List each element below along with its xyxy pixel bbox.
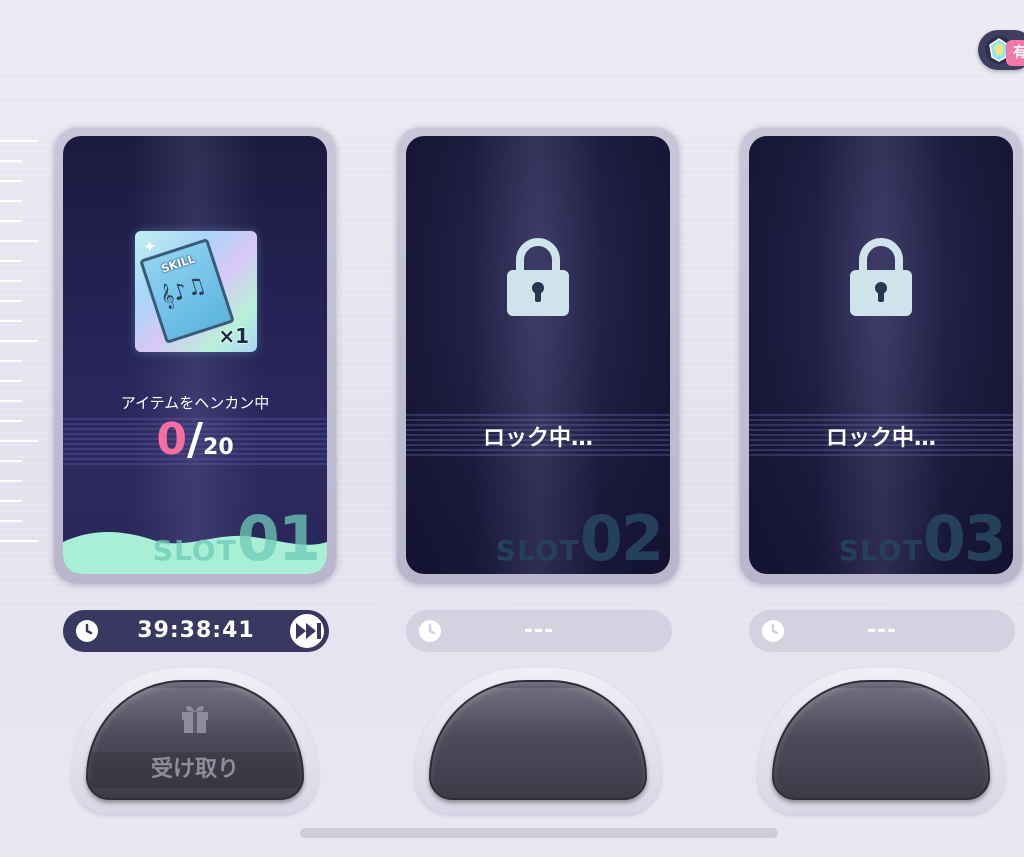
ruler-tick [0, 220, 22, 222]
slot-01-panel: ✦ SKILL 𝄞♪♫ ×1 アイテムをヘンカン中 0/20 SLOT01 [63, 136, 327, 574]
timer-value: 39:38:41 [137, 618, 255, 643]
ruler-tick [0, 460, 22, 462]
button-shine [784, 688, 978, 736]
slot-01-receive-frame: 受け取り [72, 668, 318, 814]
gem-badge-label: 有 [1006, 40, 1024, 66]
slot-02-receive-frame [415, 668, 661, 814]
item-card[interactable]: ✦ SKILL 𝄞♪♫ ×1 [135, 231, 257, 352]
count-total: 20 [203, 435, 234, 460]
receive-button-label: 受け取り [88, 752, 302, 788]
slot-02-timer: --- [406, 610, 672, 652]
slot-label-word: SLOT [495, 534, 580, 567]
slot-01-timer: 39:38:41 [63, 610, 329, 652]
slot-label: SLOT02 [412, 502, 664, 574]
lock-icon [507, 238, 569, 316]
exchange-status-text: アイテムをヘンカン中 [120, 394, 270, 412]
ruler-tick [0, 300, 22, 302]
ruler-tick [0, 500, 22, 502]
slot-03-receive-frame [758, 668, 1004, 814]
slot-03-frame[interactable]: ロック中… SLOT03 [739, 126, 1023, 584]
exchange-count: 0/20 [63, 414, 327, 465]
ruler-tick [0, 200, 22, 202]
slot-label-word: SLOT [838, 534, 923, 567]
slot-03-button[interactable] [772, 680, 990, 800]
ruler-tick [0, 520, 22, 522]
button-shine [441, 688, 635, 736]
lock-text: ロック中… [482, 426, 593, 451]
receive-button[interactable]: 受け取り [86, 680, 304, 800]
sparkle-icon: ✦ [143, 237, 157, 256]
gem-badge[interactable]: 有 [978, 30, 1024, 70]
slot-label-word: SLOT [152, 534, 237, 567]
slot-01-frame[interactable]: ✦ SKILL 𝄞♪♫ ×1 アイテムをヘンカン中 0/20 SLOT01 [53, 126, 337, 584]
fast-forward-icon [296, 623, 321, 639]
ruler-tick [0, 160, 22, 162]
slot-label-number: 02 [579, 502, 664, 574]
ruler-tick [0, 540, 38, 542]
ruler-tick [0, 320, 22, 322]
lock-icon [850, 238, 912, 316]
ruler-tick [0, 360, 22, 362]
timer-value: --- [523, 618, 555, 643]
slot-02-button[interactable] [429, 680, 647, 800]
count-current: 0 [156, 414, 187, 465]
slot-label-number: 03 [922, 502, 1007, 574]
ruler-tick [0, 420, 22, 422]
slot-03-panel: ロック中… SLOT03 [749, 136, 1013, 574]
ruler-tick [0, 380, 22, 382]
slot-03-timer: --- [749, 610, 1015, 652]
left-ruler [0, 140, 40, 560]
count-separator: / [186, 414, 204, 465]
timer-value: --- [866, 618, 898, 643]
clock-icon [762, 620, 784, 642]
ruler-tick [0, 340, 38, 342]
ruler-tick [0, 280, 22, 282]
slot-label-number: 01 [236, 502, 321, 574]
ruler-tick [0, 240, 38, 242]
music-notes-icon: 𝄞♪♫ [157, 272, 210, 311]
clock-icon [76, 620, 98, 642]
fast-forward-button[interactable] [287, 611, 327, 651]
slot-label: SLOT01 [69, 502, 321, 574]
horizontal-scrollbar[interactable] [300, 828, 778, 838]
slot-02-frame[interactable]: ロック中… SLOT02 [396, 126, 680, 584]
gift-icon [182, 705, 208, 733]
ruler-tick [0, 440, 38, 442]
slot-label: SLOT03 [755, 502, 1007, 574]
ruler-tick [0, 180, 22, 182]
ruler-tick [0, 480, 22, 482]
item-quantity: ×1 [218, 324, 249, 348]
lock-text: ロック中… [825, 426, 936, 451]
slot-02-panel: ロック中… SLOT02 [406, 136, 670, 574]
ruler-tick [0, 260, 22, 262]
ruler-tick [0, 400, 22, 402]
ruler-tick [0, 140, 38, 142]
clock-icon [419, 620, 441, 642]
